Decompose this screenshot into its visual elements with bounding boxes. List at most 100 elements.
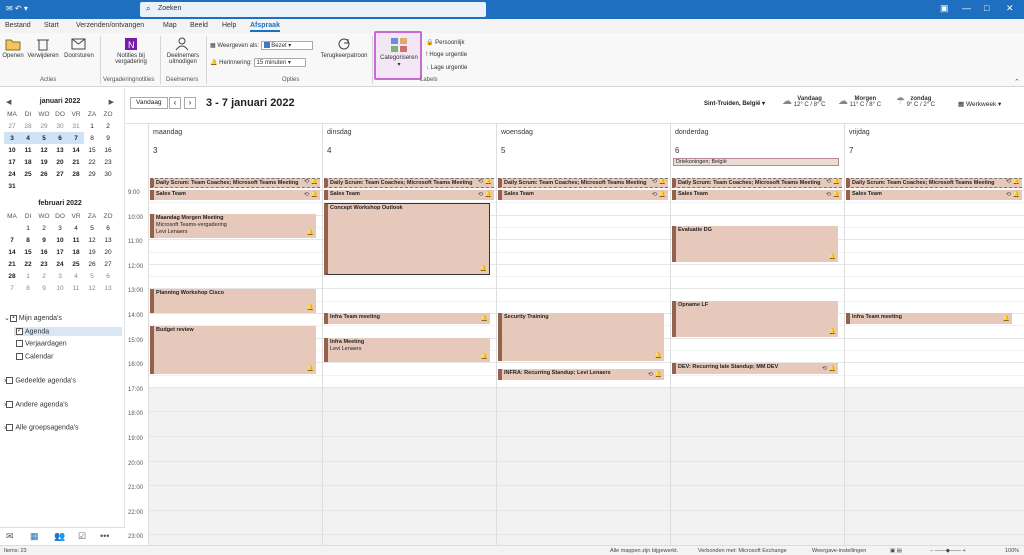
search-box[interactable]: ⌕ Zoeken	[140, 2, 486, 17]
day-cell[interactable]: 12	[36, 144, 52, 156]
display-settings[interactable]: Weergave-instellingen	[812, 548, 866, 554]
day-cell[interactable]: 15	[84, 144, 100, 156]
day-cell[interactable]: 5	[36, 132, 52, 144]
day-cell[interactable]: 3	[52, 222, 68, 234]
tab-verzenden[interactable]: Verzenden/ontvangen	[76, 22, 144, 29]
group-checkbox[interactable]	[6, 401, 14, 408]
day-cell[interactable]: 30	[100, 168, 116, 180]
view-select[interactable]: ▦ Werkweek ▾	[958, 100, 1001, 108]
day-cell[interactable]: 17	[52, 246, 68, 258]
day-cell[interactable]: 10	[52, 282, 68, 294]
prev-month-icon[interactable]: ◀	[6, 98, 11, 106]
day-cell[interactable]: 26	[84, 258, 100, 270]
day-cell[interactable]: 14	[68, 144, 84, 156]
meeting-notes-button[interactable]: N Notities bij vergadering	[106, 37, 156, 65]
group-checkbox[interactable]	[6, 424, 14, 431]
event-daily-scrum[interactable]: Daily Scrum: Team Coaches; Microsoft Tea…	[324, 178, 494, 188]
next-week-button[interactable]: ›	[184, 97, 196, 109]
event-monday-morning-meeting[interactable]: Maandag Morgen Meeting Microsoft Teams-ve…	[150, 214, 316, 238]
low-importance-button[interactable]: ↓ Lage urgentie	[426, 65, 467, 71]
event-concept-workshop[interactable]: Concept Workshop Outlook 🔔	[324, 203, 490, 275]
day-cell[interactable]: 5	[84, 222, 100, 234]
more-icon[interactable]: •••	[100, 531, 109, 541]
tab-afspraak[interactable]: Afspraak	[250, 22, 280, 32]
tab-start[interactable]: Start	[44, 22, 59, 29]
people-icon[interactable]: 👥	[54, 531, 65, 542]
day-cell[interactable]: 9	[36, 282, 52, 294]
day-cell[interactable]: 27	[100, 258, 116, 270]
event-infra-standup[interactable]: INFRA: Recurring Standup; Levi Lenaers ⟲ …	[498, 369, 664, 380]
day-cell[interactable]: 28	[20, 120, 36, 132]
group-checkbox[interactable]	[6, 377, 14, 384]
day-header-friday[interactable]: vrijdag 7	[844, 124, 1024, 178]
other-calendars-group[interactable]: › Andere agenda's	[4, 401, 68, 408]
day-cell[interactable]: 12	[84, 282, 100, 294]
day-cell[interactable]: 15	[20, 246, 36, 258]
event-friday-infra-team[interactable]: Infra Team meeting 🔔	[846, 313, 1012, 324]
day-cell[interactable]: 19	[36, 156, 52, 168]
show-as-select[interactable]: Bezet ▾	[260, 41, 313, 50]
day-cell[interactable]: 8	[20, 282, 36, 294]
day-cell[interactable]: 21	[68, 156, 84, 168]
event-daily-scrum[interactable]: Daily Scrum: Team Coaches; Microsoft Tea…	[498, 178, 668, 188]
birthdays-checkbox[interactable]	[16, 340, 23, 347]
event-sales-team[interactable]: Sales Team ⟲ 🔔	[672, 190, 842, 200]
day-cell[interactable]: 29	[84, 168, 100, 180]
event-opname-lf[interactable]: Opname LF 🔔	[672, 301, 838, 337]
day-cell[interactable]: 28	[68, 168, 84, 180]
event-budget-review[interactable]: Budget review 🔔	[150, 326, 316, 374]
shared-calendars-group[interactable]: › Gedeelde agenda's	[4, 377, 76, 384]
day-cell[interactable]: 16	[36, 246, 52, 258]
close-icon[interactable]: ✕	[1006, 3, 1014, 14]
day-cell[interactable]: 6	[52, 132, 68, 144]
day-cell[interactable]: 9	[100, 132, 116, 144]
day-cell[interactable]: 21	[4, 258, 20, 270]
ribbon-display-icon[interactable]: ▣	[940, 3, 949, 14]
day-cell[interactable]: 6	[100, 222, 116, 234]
calendar-icon[interactable]: ▦	[30, 531, 39, 542]
event-daily-scrum[interactable]: Daily Scrum: Team Coaches; Microsoft Tea…	[672, 178, 842, 188]
day-cell[interactable]: 27	[52, 168, 68, 180]
day-cell[interactable]: 1	[84, 120, 100, 132]
event-planning-workshop[interactable]: Planning Workshop Cisco 🔔	[150, 289, 316, 313]
day-cell[interactable]: 31	[4, 180, 20, 192]
day-cell[interactable]: 6	[100, 270, 116, 282]
day-cell[interactable]: 20	[52, 156, 68, 168]
day-cell[interactable]: 27	[4, 120, 20, 132]
event-sales-team[interactable]: Sales Team ⟲ 🔔	[150, 190, 320, 200]
group-checkbox[interactable]: ▪	[9, 314, 17, 322]
day-cell[interactable]: 7	[4, 282, 20, 294]
event-sales-team[interactable]: Sales Team ⟲ 🔔	[498, 190, 668, 200]
event-infra-team-meeting[interactable]: Infra Team meeting 🔔	[324, 313, 490, 324]
day-cell[interactable]: 4	[68, 270, 84, 282]
high-importance-button[interactable]: ! Hoge urgentie	[426, 52, 467, 58]
day-cell[interactable]: 28	[4, 270, 20, 282]
day-cell[interactable]: 26	[36, 168, 52, 180]
view-normal-icon[interactable]: ▣ ▤	[890, 548, 902, 554]
day-cell[interactable]: 23	[36, 258, 52, 270]
quick-access-icons[interactable]: ✉ ↶ ▾	[6, 4, 28, 13]
day-cell[interactable]: 13	[100, 282, 116, 294]
day-cell[interactable]: 17	[4, 156, 20, 168]
private-button[interactable]: 🔒 Persoonlijk	[426, 39, 465, 46]
day-cell[interactable]: 2	[36, 222, 52, 234]
calendar-item-agenda[interactable]: ✓ Agenda	[14, 327, 122, 337]
event-evaluatie-dg[interactable]: Evaluatie DG 🔔	[672, 226, 838, 262]
day-cell[interactable]: 19	[84, 246, 100, 258]
day-cell[interactable]: 25	[20, 168, 36, 180]
day-cell[interactable]: 24	[4, 168, 20, 180]
event-sales-team[interactable]: Sales Team ⟲ 🔔	[846, 190, 1022, 200]
day-cell[interactable]: 11	[68, 282, 84, 294]
group-calendars-group[interactable]: › Alle groepsagenda's	[4, 424, 79, 431]
tab-beeld[interactable]: Beeld	[190, 22, 208, 29]
event-security-training[interactable]: Security Training 🔔	[498, 313, 664, 361]
tab-map[interactable]: Map	[163, 22, 177, 29]
recurrence-button[interactable]: Terugkeerpatroon	[320, 37, 368, 59]
day-cell[interactable]: 8	[20, 234, 36, 246]
invite-attendees-button[interactable]: Deelnemers uitnodigen	[162, 37, 204, 65]
day-cell[interactable]: 16	[100, 144, 116, 156]
day-cell[interactable]: 11	[20, 144, 36, 156]
day-cell[interactable]: 7	[4, 234, 20, 246]
location-select[interactable]: Sint-Truiden, België ▾	[704, 100, 765, 107]
day-cell[interactable]: 18	[20, 156, 36, 168]
